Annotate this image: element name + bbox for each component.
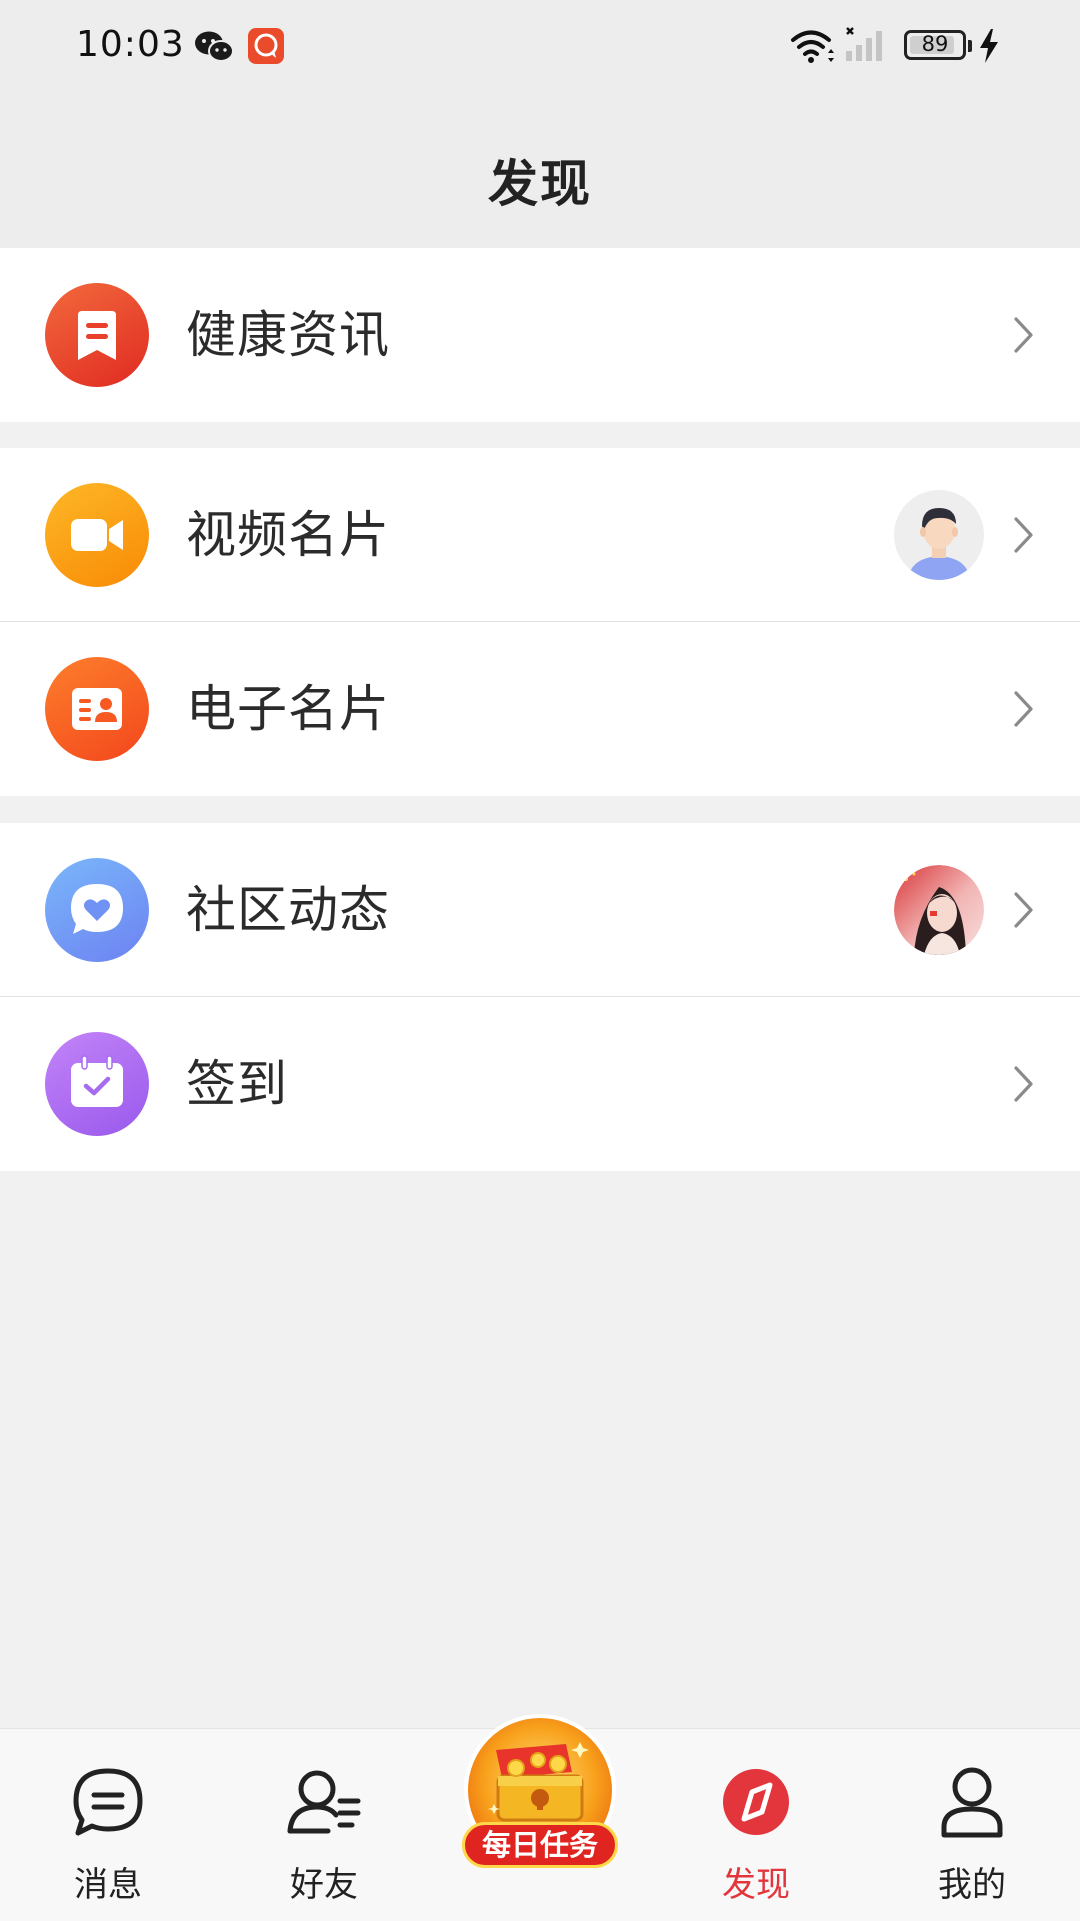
avatar xyxy=(894,490,984,580)
menu-item-label: 健康资讯 xyxy=(186,306,390,364)
menu-item-label: 电子名片 xyxy=(186,680,390,738)
menu-item-e-card[interactable]: 电子名片 xyxy=(0,622,1080,796)
id-card-icon xyxy=(45,657,149,761)
menu-item-label: 视频名片 xyxy=(186,506,390,564)
daily-task-label: 每日任务 xyxy=(462,1822,618,1868)
charging-icon xyxy=(980,29,998,63)
avatar xyxy=(894,865,984,955)
battery-level: 89 xyxy=(921,32,949,56)
video-camera-icon xyxy=(45,483,149,587)
tab-label: 消息 xyxy=(74,1865,142,1905)
menu-item-label: 社区动态 xyxy=(186,881,390,939)
tab-discover[interactable]: 发现 xyxy=(648,1729,864,1921)
header: 发现 xyxy=(0,96,1080,248)
daily-task-button[interactable]: 每日任务 xyxy=(462,1714,618,1874)
battery-cap xyxy=(968,40,972,52)
friends-icon xyxy=(287,1770,361,1834)
menu-item-health-news[interactable]: 健康资讯 xyxy=(0,248,1080,422)
status-time: 10:03 xyxy=(76,24,185,65)
tab-label: 我的 xyxy=(938,1865,1006,1905)
menu-item-video-card[interactable]: 视频名片 xyxy=(0,448,1080,622)
chevron-right-icon xyxy=(1014,892,1033,928)
compass-icon xyxy=(723,1769,789,1835)
signal-icon xyxy=(846,27,882,61)
person-icon xyxy=(941,1767,1003,1838)
app-notification-icon xyxy=(248,28,284,64)
chevron-right-icon xyxy=(1014,517,1033,553)
tab-label: 好友 xyxy=(290,1865,358,1905)
menu-item-label: 签到 xyxy=(186,1055,288,1113)
menu-item-check-in[interactable]: 签到 xyxy=(0,997,1080,1171)
message-icon xyxy=(73,1768,143,1836)
battery-indicator: 89 xyxy=(904,30,966,60)
menu-group: 社区动态 签到 xyxy=(0,823,1080,1171)
tab-label: 发现 xyxy=(722,1865,790,1905)
heart-chat-icon xyxy=(45,858,149,962)
wechat-icon xyxy=(195,31,234,62)
menu-group: 视频名片 电子名片 xyxy=(0,448,1080,796)
tab-messages[interactable]: 消息 xyxy=(0,1729,216,1921)
menu-group: 健康资讯 xyxy=(0,248,1080,422)
status-bar: 10:03 89 xyxy=(0,0,1080,96)
chevron-right-icon xyxy=(1014,317,1033,353)
chevron-right-icon xyxy=(1014,1066,1033,1102)
tab-friends[interactable]: 好友 xyxy=(216,1729,432,1921)
menu-item-community[interactable]: 社区动态 xyxy=(0,823,1080,997)
calendar-check-icon xyxy=(45,1032,149,1136)
page-title: 发现 xyxy=(488,155,592,213)
chevron-right-icon xyxy=(1014,691,1033,727)
wifi-icon xyxy=(791,30,834,63)
tab-me[interactable]: 我的 xyxy=(864,1729,1080,1921)
bookmark-icon xyxy=(45,283,149,387)
